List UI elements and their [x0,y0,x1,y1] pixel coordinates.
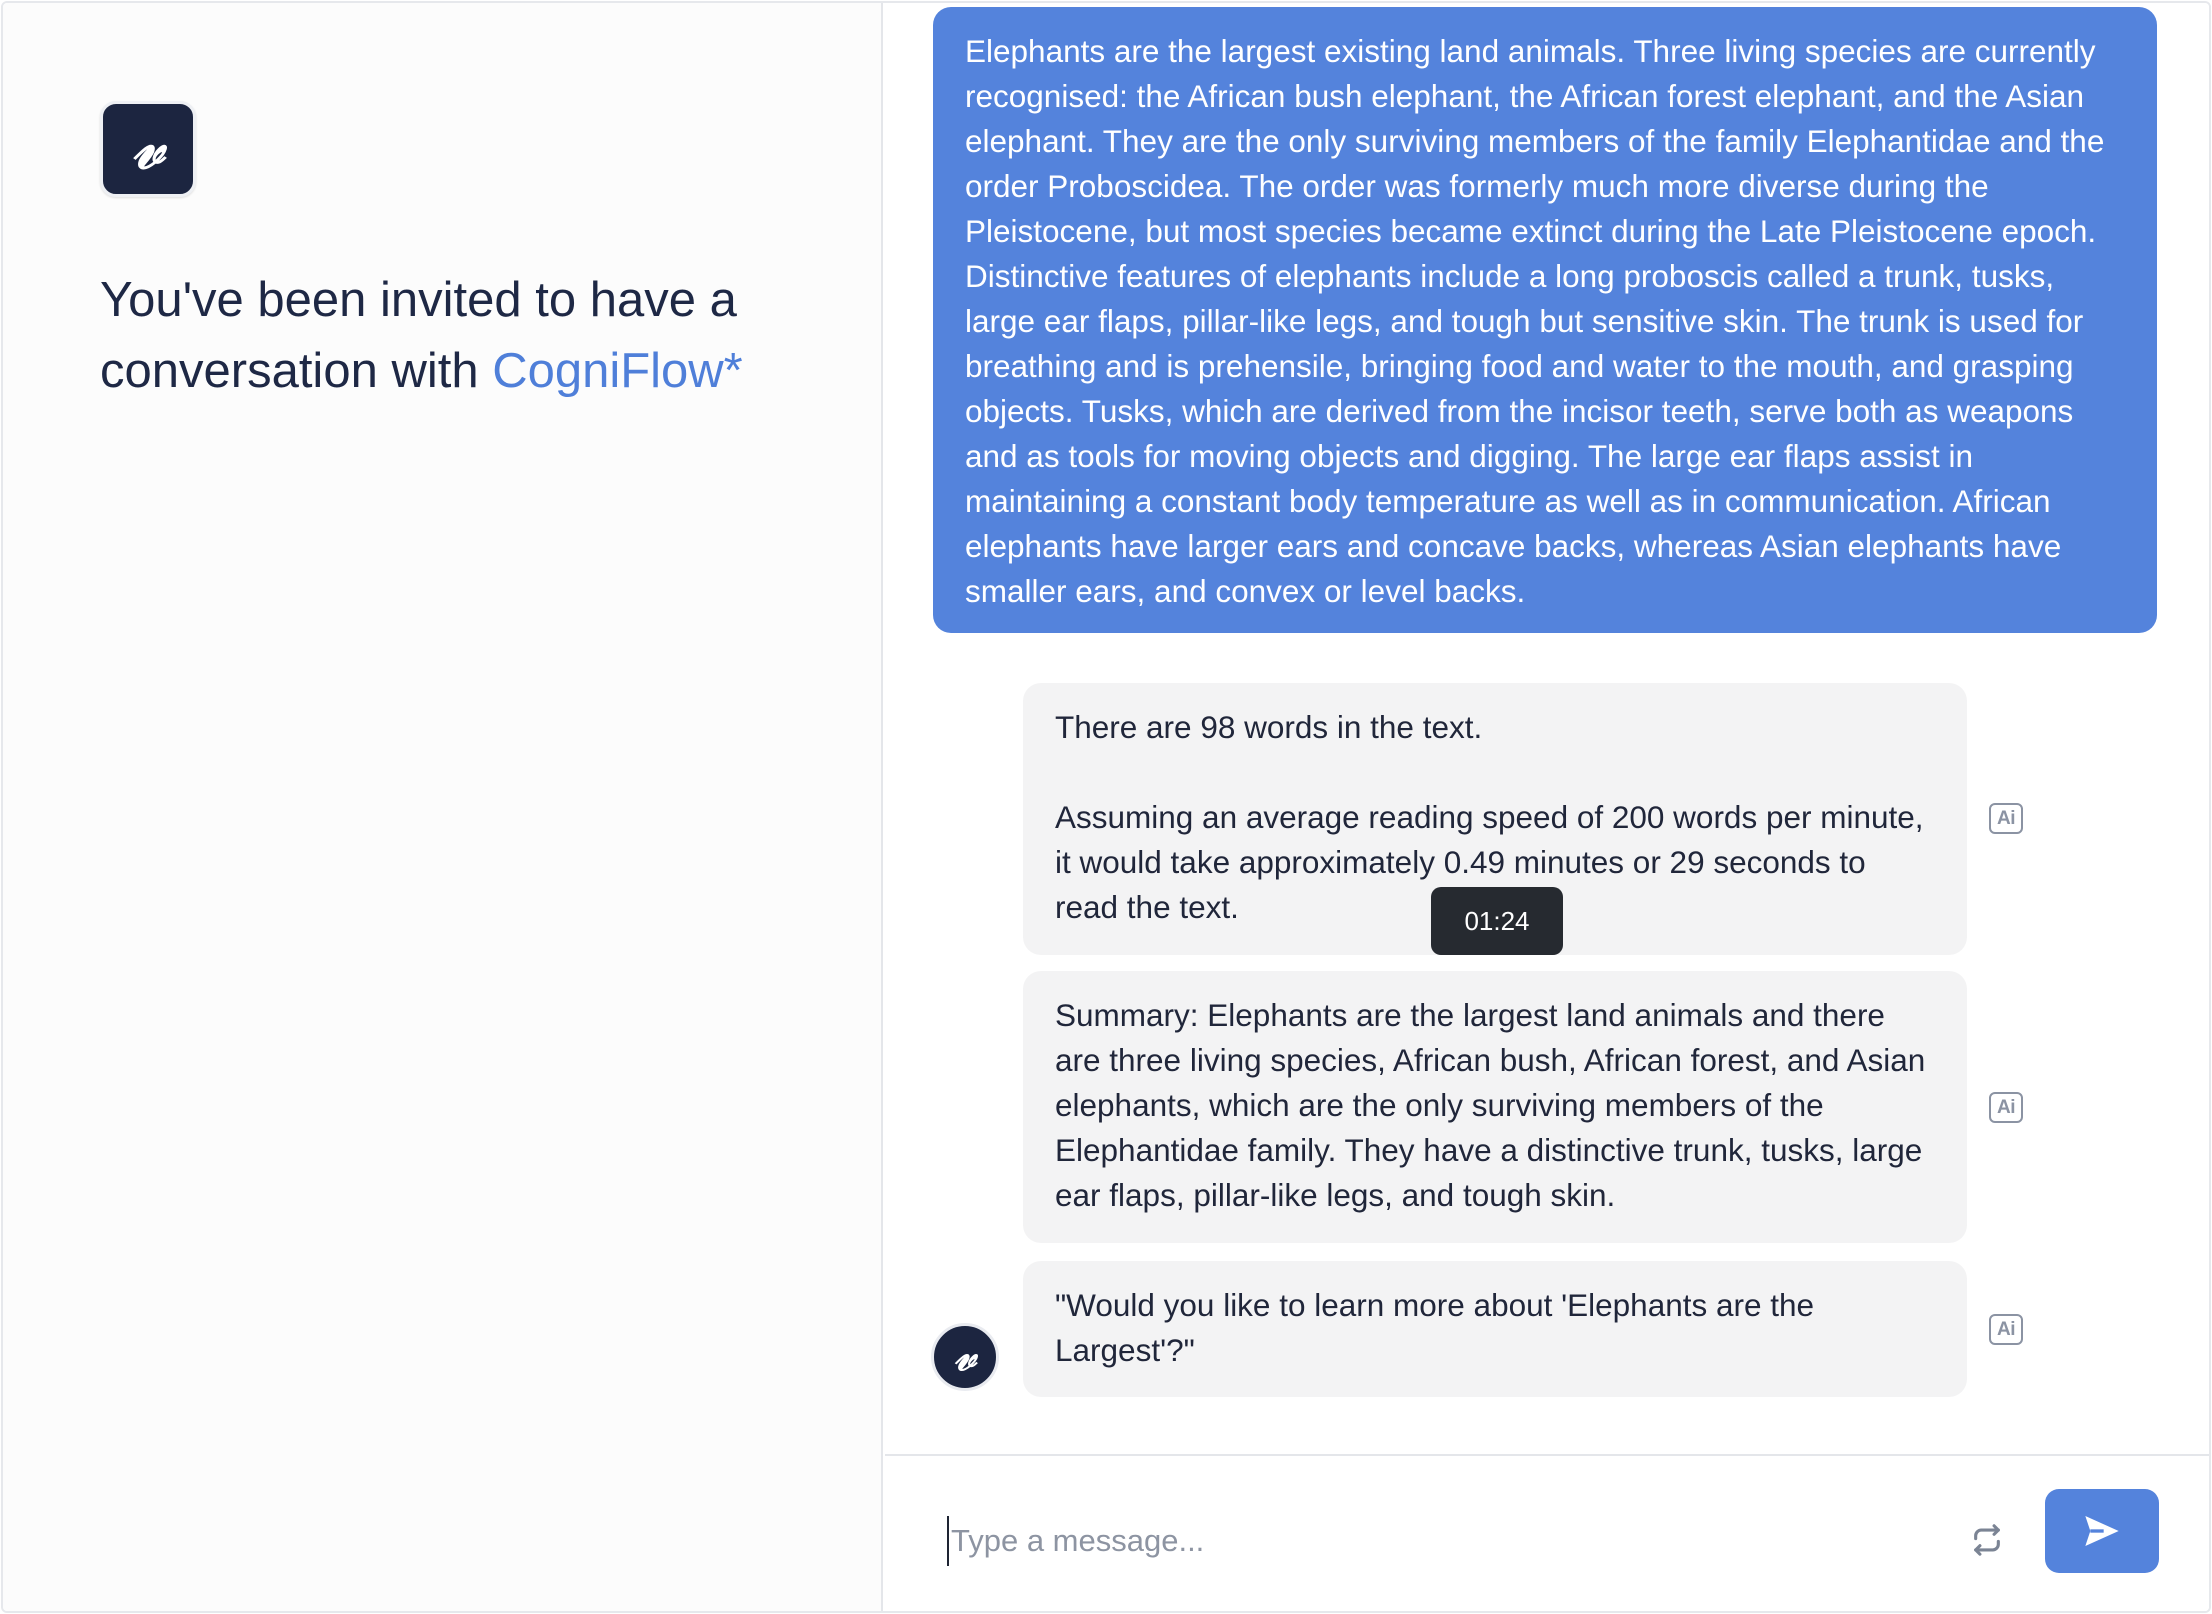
brand-name: CogniFlow* [492,344,743,398]
app-window: 𝓋 You've been invited to have a conversa… [1,1,2211,1613]
refresh-icon[interactable] [1965,1518,2009,1562]
message-composer [885,1454,2209,1611]
chat-panel: Elephants are the largest existing land … [885,3,2209,1611]
ai-badge-icon[interactable]: Ai [1989,1092,2023,1123]
app-logo: 𝓋 [100,101,196,197]
bot-message: Summary: Elephants are the largest land … [1023,971,1967,1243]
bot-avatar-glyph: 𝓋 [954,1330,976,1381]
send-icon [2085,1516,2119,1546]
bot-message-paragraph: "Would you like to learn more about 'Ele… [1055,1287,1815,1368]
send-button[interactable] [2045,1489,2159,1573]
user-message: Elephants are the largest existing land … [933,7,2157,633]
bot-message-paragraph: Summary: Elephants are the largest land … [1055,997,1926,1213]
timestamp-tooltip: 01:24 [1431,887,1563,955]
bot-message-paragraph: There are 98 words in the text. [1055,709,1483,745]
message-input[interactable] [947,1516,1807,1566]
invite-heading: You've been invited to have a conversati… [100,265,860,407]
ai-badge-icon[interactable]: Ai [1989,1314,2023,1345]
bot-avatar: 𝓋 [931,1323,999,1391]
logo-glyph: 𝓋 [132,109,164,184]
bot-message: "Would you like to learn more about 'Ele… [1023,1261,1967,1397]
ai-badge-icon[interactable]: Ai [1989,803,2023,834]
welcome-panel: 𝓋 You've been invited to have a conversa… [3,3,883,1611]
